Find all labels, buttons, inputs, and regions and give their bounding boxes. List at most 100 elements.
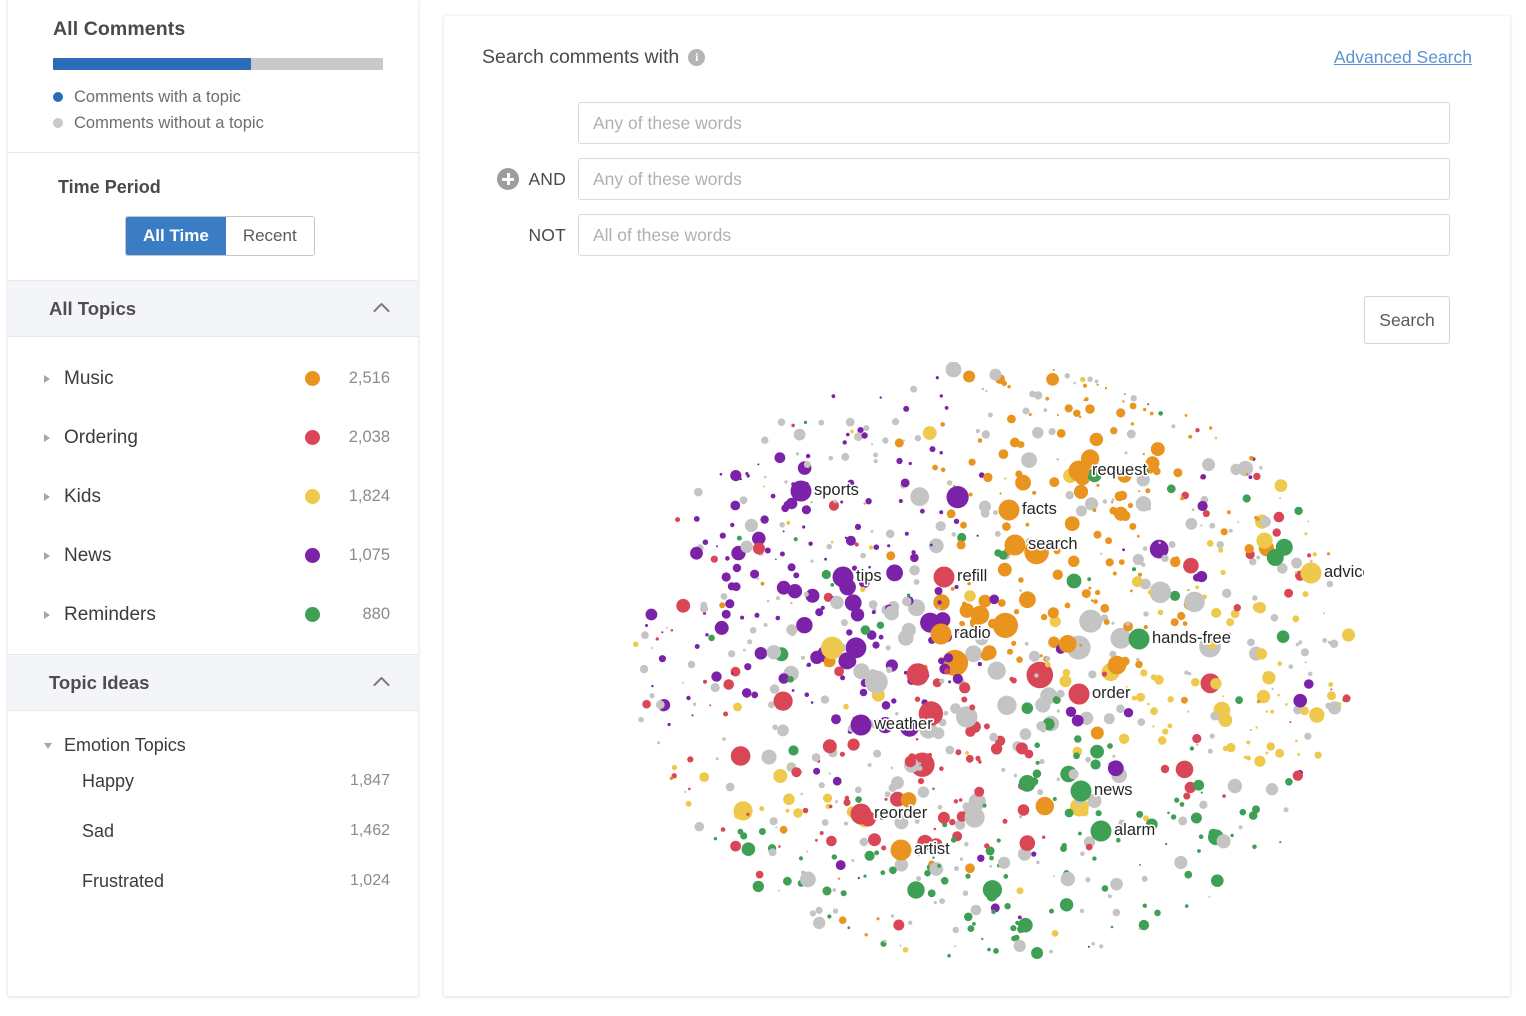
topic-bubble[interactable]: [824, 558, 827, 561]
topic-bubble[interactable]: [880, 870, 885, 875]
topic-bubble[interactable]: [701, 602, 708, 609]
topic-bubble[interactable]: [767, 600, 770, 603]
topic-bubble[interactable]: [1192, 734, 1201, 743]
topic-bubble[interactable]: [1057, 429, 1066, 438]
topic-bubble[interactable]: [1136, 496, 1151, 511]
bubble-cloud-svg[interactable]: sportssportsrequestrequestfactsfactssear…: [624, 362, 1364, 982]
topic-bubble[interactable]: [845, 594, 862, 611]
topic-bubble[interactable]: [880, 396, 882, 398]
topic-bubble[interactable]: [945, 746, 954, 755]
topic-bubble[interactable]: [1130, 590, 1133, 593]
topic-bubble[interactable]: [793, 808, 803, 818]
topic-bubble[interactable]: [1228, 779, 1242, 793]
topic-bubble[interactable]: [1185, 414, 1188, 417]
topic-bubble[interactable]: [757, 578, 759, 580]
topic-bubble[interactable]: [861, 625, 871, 635]
topic-bubble[interactable]: [1113, 909, 1121, 917]
topic-bubble[interactable]: [747, 639, 752, 644]
topic-bubble[interactable]: [645, 624, 648, 627]
topic-bubble[interactable]: [1085, 877, 1090, 882]
topic-bubble[interactable]: [1226, 743, 1235, 752]
topic-bubble[interactable]: [1180, 497, 1184, 501]
topic-bubble[interactable]: [966, 755, 974, 763]
topic-bubble[interactable]: [1167, 696, 1173, 702]
topic-bubble[interactable]: [1239, 825, 1243, 829]
topic-bubble[interactable]: [750, 570, 759, 579]
topic-bubble[interactable]: [923, 426, 937, 440]
topic-bubble[interactable]: [860, 838, 869, 847]
topic-bubble[interactable]: [1007, 385, 1010, 388]
topic-bubble[interactable]: [1240, 809, 1247, 816]
topic-bubble[interactable]: [1083, 399, 1085, 401]
topic-bubble[interactable]: [764, 623, 768, 627]
topic-bubble[interactable]: [1310, 560, 1313, 563]
topic-bubble[interactable]: [1279, 497, 1281, 499]
topic-bubble[interactable]: [823, 739, 837, 753]
topic-bubble[interactable]: [1173, 468, 1182, 477]
topic-bubble[interactable]: [1019, 775, 1036, 792]
topic-bubble[interactable]: [896, 458, 902, 464]
topic-bubble[interactable]: [882, 437, 888, 443]
topic-bubble[interactable]: [753, 543, 765, 555]
topic-bubble[interactable]: [722, 737, 726, 741]
topic-bubble[interactable]: [1045, 662, 1051, 668]
topic-bubble[interactable]: [981, 650, 992, 661]
topic-bubble[interactable]: [733, 564, 741, 572]
topic-bubble[interactable]: [1210, 712, 1219, 721]
topic-bubble[interactable]: [1079, 610, 1102, 633]
topic-bubble[interactable]: [944, 711, 949, 716]
topic-bubble[interactable]: [869, 600, 878, 609]
topic-bubble[interactable]: [1307, 553, 1311, 557]
topic-bubble[interactable]: [1004, 903, 1010, 909]
topic-bubble[interactable]: [638, 717, 644, 723]
topic-bubble[interactable]: [1079, 644, 1082, 647]
topic-bubble[interactable]: [812, 753, 821, 762]
topic-bubble[interactable]: [874, 459, 878, 463]
topic-bubble[interactable]: [993, 948, 999, 954]
topic-bubble[interactable]: [651, 647, 653, 649]
topic-bubble[interactable]: [1343, 694, 1351, 702]
topic-bubble[interactable]: [1014, 774, 1018, 778]
topic-bubble[interactable]: [1184, 871, 1192, 879]
topic-bubble[interactable]: [1031, 947, 1043, 959]
topic-bubble[interactable]: [1041, 614, 1047, 620]
topic-bubble[interactable]: [1076, 506, 1087, 517]
topic-bubble[interactable]: [1178, 816, 1187, 825]
topic-bubble[interactable]: [684, 791, 686, 793]
topic-bubble[interactable]: [1275, 749, 1284, 758]
topic-bubble[interactable]: [1093, 599, 1098, 604]
topic-bubble[interactable]: [1059, 635, 1077, 653]
topic-bubble[interactable]: [954, 519, 959, 524]
topic-bubble[interactable]: [651, 685, 653, 687]
topic-bubble[interactable]: [940, 422, 945, 427]
topic-bubble[interactable]: [728, 582, 736, 590]
topic-bubble[interactable]: [998, 599, 1006, 607]
topic-bubble[interactable]: [711, 671, 721, 681]
caret-down-icon[interactable]: [44, 743, 52, 749]
topic-bubble[interactable]: [1021, 452, 1037, 468]
topic-bubble[interactable]: [1201, 792, 1203, 794]
topic-bubble[interactable]: [1203, 510, 1210, 517]
topic-bubble[interactable]: [1188, 435, 1192, 439]
topic-bubble[interactable]: [1300, 706, 1309, 715]
topic-bubble[interactable]: [863, 425, 869, 431]
topic-bubble[interactable]: [930, 544, 933, 547]
topic-bubble[interactable]: [909, 565, 919, 575]
topic-bubble[interactable]: [1327, 691, 1336, 700]
topic-bubble[interactable]: [1193, 780, 1204, 791]
topic-bubble[interactable]: [858, 877, 860, 879]
topic-bubble[interactable]: [1029, 413, 1032, 416]
topic-bubble[interactable]: [1003, 874, 1008, 879]
topic-bubble-anchor[interactable]: [891, 840, 912, 861]
topic-bubble[interactable]: [844, 822, 848, 826]
topic-bubble[interactable]: [1288, 664, 1293, 669]
topic-bubble[interactable]: [1108, 894, 1112, 898]
topic-bubble[interactable]: [959, 682, 970, 693]
topic-bubble[interactable]: [959, 798, 963, 802]
topic-bubble[interactable]: [688, 788, 691, 791]
topic-bubble[interactable]: [1304, 532, 1307, 535]
topic-bubble[interactable]: [1295, 740, 1298, 743]
topic-bubble[interactable]: [993, 613, 1018, 638]
topic-bubble[interactable]: [1114, 661, 1119, 666]
topic-bubble[interactable]: [1099, 944, 1103, 948]
